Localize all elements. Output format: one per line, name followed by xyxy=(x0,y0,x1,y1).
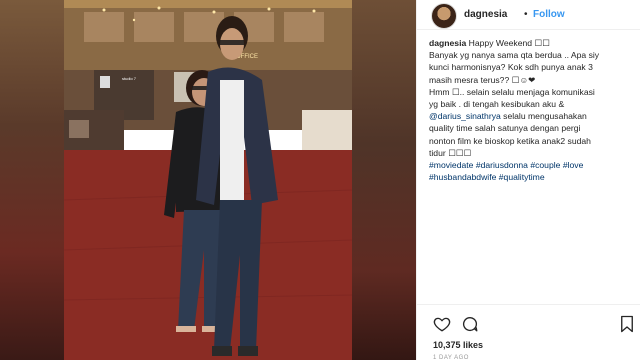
hashtag-link[interactable]: #moviedate xyxy=(429,160,473,170)
caption-line-6: yg baik . di tengah kesibukan aku & xyxy=(429,99,565,110)
separator-dot: • xyxy=(524,9,528,20)
sign-studio: studio 7 xyxy=(122,76,137,81)
comment-icon[interactable] xyxy=(461,315,479,333)
caption-line-1: dagnesia Happy Weekend ☐☐ xyxy=(429,38,550,48)
caption-username[interactable]: dagnesia xyxy=(429,38,466,48)
likes-count[interactable]: 10,375 likes xyxy=(433,340,483,350)
caption-line-5: Hmm ☐.. selain selalu menjaga komunikasi xyxy=(429,86,595,97)
hashtag-link[interactable]: #couple xyxy=(530,160,560,170)
follow-button[interactable]: Follow xyxy=(533,9,565,20)
hashtag-link[interactable]: #qualitytime xyxy=(499,172,545,182)
caption-line-4: masih mesra terus?? ☐☺❤ xyxy=(429,74,536,85)
caption-line-10: tidur ☐☐☐ xyxy=(429,147,472,158)
post-actions: 10,375 likes 1 DAY AGO xyxy=(417,304,640,361)
post-photo[interactable]: OFFICE studio 7 xyxy=(64,0,352,360)
hashtag-link[interactable]: #dariusdonna xyxy=(476,160,528,170)
caption-line-3: kunci harmonisnya? Kok sdh punya anak 3 xyxy=(429,62,593,73)
caption-line-7: @darius_sinathrya selalu mengusahakan xyxy=(429,111,587,122)
post-side-panel: dagnesia • Follow dagnesia Happy Weekend… xyxy=(416,0,640,361)
blurred-backdrop-right xyxy=(352,0,416,360)
avatar[interactable] xyxy=(431,3,457,29)
hashtag-link[interactable]: #love xyxy=(563,160,584,170)
heart-icon[interactable] xyxy=(433,315,451,333)
bookmark-icon[interactable] xyxy=(619,315,635,333)
username-link[interactable]: dagnesia xyxy=(464,9,507,20)
caption-hashtags-2: #husbandabdwife #qualitytime xyxy=(429,171,637,183)
post-caption: dagnesia Happy Weekend ☐☐ Banyak yg nany… xyxy=(429,37,637,183)
post-header: dagnesia • Follow xyxy=(417,0,640,30)
mention-link[interactable]: @darius_sinathrya xyxy=(429,111,501,121)
caption-line-2: Banyak yg nanya sama qta berdua .. Apa s… xyxy=(429,50,600,61)
caption-hashtags-1: #moviedate #dariusdonna #couple #love xyxy=(429,159,637,171)
post-date: 1 DAY AGO xyxy=(433,355,469,361)
caption-line-8: quality time salah satunya dengan pergi xyxy=(429,123,581,134)
hashtag-link[interactable]: #husbandabdwife xyxy=(429,172,496,182)
caption-line-9: nonton film ke bioskop ketika anak2 suda… xyxy=(429,135,591,146)
blurred-backdrop-left xyxy=(0,0,64,360)
